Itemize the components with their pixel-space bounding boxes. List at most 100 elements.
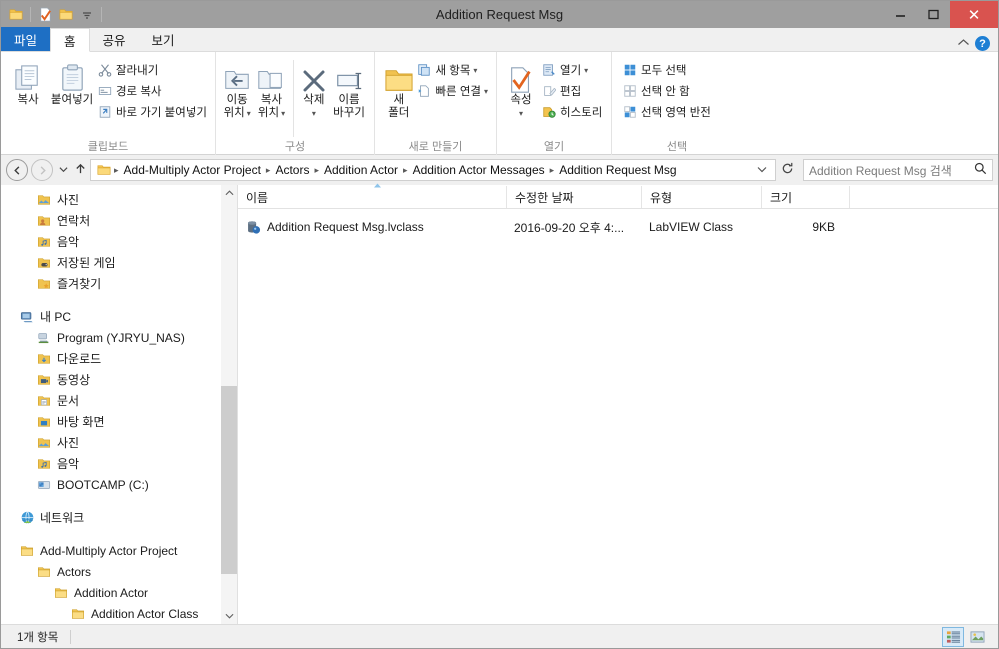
ribbon-tab-right-controls: ? (957, 36, 998, 51)
sidebar-item[interactable]: 사진 (1, 432, 237, 453)
sidebar-item[interactable]: 바탕 화면 (1, 411, 237, 432)
sidebar-item-label: Actors (57, 564, 92, 579)
file-name-cell[interactable]: Addition Request Msg.lvclass (238, 220, 506, 235)
folder-icon (70, 606, 86, 622)
new-folder-button[interactable]: 새 폴더 (383, 56, 414, 120)
sidebar-item[interactable]: 내 PC (1, 306, 237, 327)
refresh-button[interactable] (776, 162, 799, 178)
copy-to-button[interactable]: 복사 위치 ▾ (254, 56, 288, 120)
sidebar-item[interactable]: 즐겨찾기 (1, 273, 237, 294)
cut-button[interactable]: 잘라내기 (95, 60, 209, 80)
select-all-button[interactable]: 모두 선택 (620, 60, 713, 80)
nav-scrollbar[interactable] (221, 185, 237, 624)
copy-path-button[interactable]: 경로 복사 (95, 81, 209, 101)
nav-scroll-up-button[interactable] (221, 185, 237, 201)
sidebar-item[interactable]: Addition Actor (1, 582, 237, 603)
tab-share[interactable]: 공유 (90, 27, 139, 51)
back-button[interactable] (6, 159, 28, 181)
breadcrumb-sep-1[interactable]: ▸ (264, 165, 273, 176)
column-header-type[interactable]: 유형 (641, 186, 761, 208)
desktop-icon (36, 414, 52, 430)
history-button[interactable]: 히스토리 (539, 102, 604, 122)
column-header-size[interactable]: 크기 (761, 186, 849, 208)
folder-icon (19, 543, 35, 559)
tab-home[interactable]: 홈 (50, 28, 90, 52)
search-icon[interactable] (974, 162, 987, 178)
breadcrumb-item-0[interactable]: Add-Multiply Actor Project (121, 163, 264, 177)
close-button[interactable]: ✕ (950, 1, 998, 28)
breadcrumb-item-4[interactable]: Addition Request Msg (556, 163, 679, 177)
title-bar: Addition Request Msg ✕ (1, 1, 998, 28)
breadcrumb-item-2[interactable]: Addition Actor (321, 163, 401, 177)
breadcrumb-item-1[interactable]: Actors (272, 163, 312, 177)
sidebar-item[interactable]: 문서 (1, 390, 237, 411)
nav-scroll-thumb[interactable] (221, 386, 237, 574)
forward-button[interactable] (31, 159, 53, 181)
breadcrumb-item-3[interactable]: Addition Actor Messages (410, 163, 548, 177)
new-item-button[interactable]: 새 항목 ▾ (414, 60, 490, 80)
search-input[interactable]: Addition Request Msg 검색 (809, 162, 974, 179)
sidebar-item[interactable]: 음악 (1, 453, 237, 474)
sidebar-item[interactable]: Actors (1, 561, 237, 582)
move-to-caret-icon[interactable]: ▾ (247, 107, 251, 120)
new-item-caret-icon[interactable]: ▾ (473, 66, 477, 75)
sidebar-item[interactable]: 네트워크 (1, 507, 237, 528)
invert-selection-button[interactable]: 선택 영역 반전 (620, 102, 713, 122)
qat-folder-icon[interactable] (6, 5, 26, 25)
sidebar-item[interactable]: 연락처 (1, 210, 237, 231)
properties-button[interactable]: 속성 ▾ (503, 56, 539, 120)
move-to-button[interactable]: 이동 위치 ▾ (220, 56, 254, 120)
recent-locations-icon[interactable] (56, 166, 70, 175)
sidebar-item[interactable]: 음악 (1, 231, 237, 252)
sidebar-item[interactable]: Program (YJRYU_NAS) (1, 327, 237, 348)
large-icons-view-button[interactable] (966, 627, 988, 647)
qat-new-folder-icon[interactable] (56, 5, 76, 25)
open-button[interactable]: 열기 ▾ (539, 60, 604, 80)
sidebar-item[interactable]: Add-Multiply Actor Project (1, 540, 237, 561)
table-row[interactable]: Addition Request Msg.lvclass 2016-09-20 … (238, 216, 998, 238)
search-box[interactable]: Addition Request Msg 검색 (803, 159, 993, 181)
edit-button[interactable]: 편집 (539, 81, 604, 101)
rename-button[interactable]: 이름 바꾸기 (330, 56, 368, 120)
delete-caret-icon[interactable]: ▾ (312, 107, 316, 120)
breadcrumb-sep-3[interactable]: ▸ (401, 165, 410, 176)
nav-scroll-track[interactable] (221, 201, 237, 608)
sidebar-item[interactable]: 사진 (1, 189, 237, 210)
breadcrumb-sep-4[interactable]: ▸ (548, 165, 557, 176)
sidebar-item[interactable]: 다운로드 (1, 348, 237, 369)
paste-shortcut-button[interactable]: 바로 가기 붙여넣기 (95, 102, 209, 122)
breadcrumb[interactable]: ▸ Add-Multiply Actor Project ▸ Actors ▸ … (90, 159, 776, 181)
qat-customize-dropdown-icon[interactable] (77, 5, 97, 25)
delete-button[interactable]: 삭제 ▾ (298, 56, 331, 120)
select-none-button[interactable]: 선택 안 함 (620, 81, 713, 101)
easy-access-caret-icon[interactable]: ▾ (484, 87, 488, 96)
copy-button[interactable]: 복사 (7, 56, 49, 107)
breadcrumb-sep-0[interactable]: ▸ (112, 165, 121, 176)
sidebar-item[interactable]: Addition Actor Class (1, 603, 237, 624)
open-caret-icon[interactable]: ▾ (584, 66, 588, 75)
file-modified-cell: 2016-09-20 오후 4:... (506, 219, 641, 236)
nav-scroll-down-button[interactable] (221, 608, 237, 624)
details-view-button[interactable] (942, 626, 964, 647)
breadcrumb-dropdown-icon[interactable] (751, 165, 773, 175)
help-icon[interactable]: ? (975, 36, 990, 51)
maximize-button[interactable] (917, 1, 950, 28)
properties-caret-icon[interactable]: ▾ (519, 107, 523, 120)
paste-button[interactable]: 붙여넣기 (49, 56, 95, 107)
column-header-modified[interactable]: 수정한 날짜 (506, 186, 641, 208)
sidebar-item[interactable]: 동영상 (1, 369, 237, 390)
column-header-name[interactable]: 이름 (238, 183, 506, 208)
up-button[interactable] (70, 162, 90, 178)
column-header-extra[interactable] (849, 186, 909, 208)
move-to-label-2: 위치 (223, 107, 245, 119)
collapse-ribbon-icon[interactable] (957, 38, 970, 50)
copy-to-caret-icon[interactable]: ▾ (281, 107, 285, 120)
tab-file[interactable]: 파일 (1, 27, 51, 51)
breadcrumb-sep-2[interactable]: ▸ (312, 165, 321, 176)
sidebar-item[interactable]: 저장된 게임 (1, 252, 237, 273)
easy-access-button[interactable]: 빠른 연결 ▾ (414, 81, 490, 101)
qat-properties-icon[interactable] (35, 5, 55, 25)
tab-view[interactable]: 보기 (139, 27, 188, 51)
minimize-button[interactable] (884, 1, 917, 28)
sidebar-item[interactable]: BOOTCAMP (C:) (1, 474, 237, 495)
